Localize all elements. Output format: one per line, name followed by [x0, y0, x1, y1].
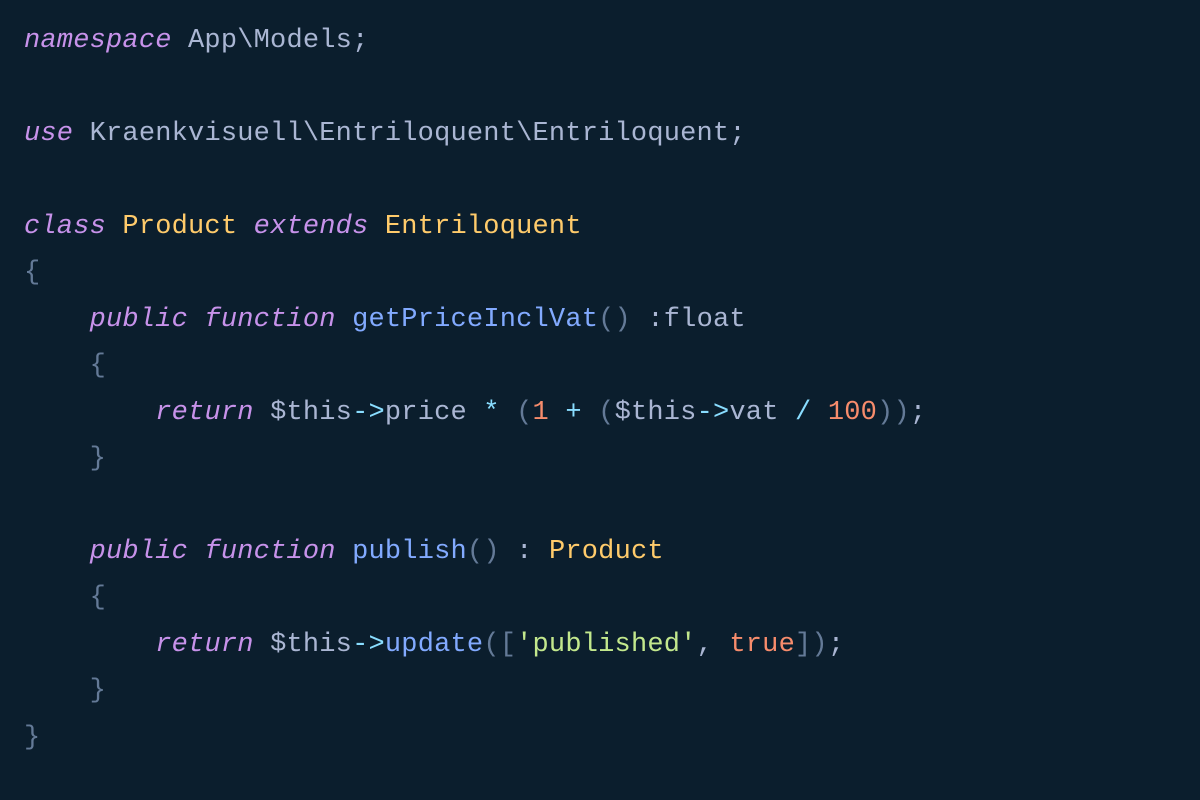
brace-open: { — [90, 351, 106, 381]
brace-open: { — [24, 258, 40, 288]
keyword-namespace: namespace — [24, 26, 172, 56]
class-name: Product — [122, 212, 237, 242]
arrow-operator: -> — [697, 398, 730, 428]
paren-close: ) — [811, 630, 827, 660]
namespace-path: App\Models — [188, 26, 352, 56]
code-editor-viewport: namespace App\Models; use Kraenkvisuell\… — [0, 0, 1200, 779]
keyword-class: class — [24, 212, 106, 242]
use-path: Kraenkvisuell\Entriloquent\Entriloquent — [90, 119, 730, 149]
parentheses: () — [467, 537, 500, 567]
variable-this: $this — [270, 398, 352, 428]
keyword-public: public — [90, 305, 188, 335]
keyword-use: use — [24, 119, 73, 149]
keyword-extends: extends — [254, 212, 369, 242]
code-line: } — [24, 723, 40, 753]
paren-close: ) — [877, 398, 893, 428]
arrow-operator: -> — [352, 630, 385, 660]
code-line: public function getPriceInclVat() :float — [24, 305, 746, 335]
colon: : — [500, 537, 549, 567]
keyword-function: function — [204, 305, 335, 335]
paren-close: ) — [893, 398, 909, 428]
base-class-name: Entriloquent — [385, 212, 582, 242]
parentheses: () — [598, 305, 631, 335]
brace-open: { — [90, 583, 106, 613]
paren-open: ( — [483, 630, 499, 660]
boolean-literal: true — [729, 630, 795, 660]
keyword-return: return — [155, 398, 253, 428]
property: price — [385, 398, 467, 428]
variable-this: $this — [270, 630, 352, 660]
number-literal: 100 — [828, 398, 877, 428]
keyword-public: public — [90, 537, 188, 567]
code-line: { — [24, 258, 40, 288]
return-type: Product — [549, 537, 664, 567]
semicolon: ; — [352, 26, 368, 56]
code-line: public function publish() : Product — [24, 537, 664, 567]
bracket-open: [ — [500, 630, 516, 660]
bracket-close: ] — [795, 630, 811, 660]
brace-close: } — [90, 444, 106, 474]
semicolon: ; — [729, 119, 745, 149]
brace-close: } — [90, 676, 106, 706]
comma: , — [697, 630, 730, 660]
brace-close: } — [24, 723, 40, 753]
variable-this: $this — [615, 398, 697, 428]
property: vat — [729, 398, 778, 428]
string-literal: 'published' — [516, 630, 696, 660]
code-line: { — [24, 351, 106, 381]
operator: + — [549, 398, 598, 428]
code-line: return $this->update(['published', true]… — [24, 630, 844, 660]
code-line: { — [24, 583, 106, 613]
code-line: } — [24, 444, 106, 474]
function-name: getPriceInclVat — [352, 305, 598, 335]
code-line: class Product extends Entriloquent — [24, 212, 582, 242]
keyword-return: return — [155, 630, 253, 660]
method-call: update — [385, 630, 483, 660]
semicolon: ; — [910, 398, 926, 428]
keyword-function: function — [204, 537, 335, 567]
operator: / — [779, 398, 828, 428]
code-line: namespace App\Models; — [24, 26, 368, 56]
arrow-operator: -> — [352, 398, 385, 428]
operator: * — [467, 398, 516, 428]
semicolon: ; — [828, 630, 844, 660]
paren-open: ( — [516, 398, 532, 428]
paren-open: ( — [598, 398, 614, 428]
code-line: return $this->price * (1 + ($this->vat /… — [24, 398, 926, 428]
function-name: publish — [352, 537, 467, 567]
number-literal: 1 — [533, 398, 549, 428]
return-type: :float — [631, 305, 746, 335]
code-line: use Kraenkvisuell\Entriloquent\Entriloqu… — [24, 119, 746, 149]
code-line: } — [24, 676, 106, 706]
